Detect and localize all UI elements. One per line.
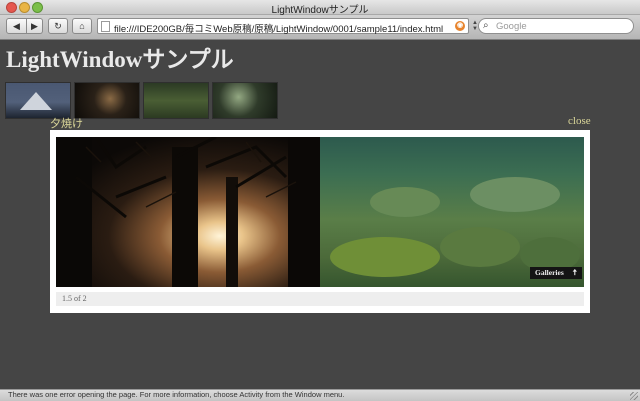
submerged-rock	[470, 177, 560, 212]
thumbnail-waterfall[interactable]	[212, 82, 278, 119]
galleries-button[interactable]: Galleries 🠅	[530, 267, 582, 279]
galleries-label: Galleries	[535, 268, 564, 277]
back-button[interactable]: ◀	[6, 18, 27, 34]
lightwindow-close-link[interactable]: close	[568, 115, 591, 127]
reload-icon: ↻	[54, 20, 62, 31]
status-text: There was one error opening the page. Fo…	[8, 390, 345, 399]
lightwindow-container: Galleries 🠅 1.5 of 2	[50, 130, 590, 313]
thumbnail-sunset-trees[interactable]	[74, 82, 140, 119]
thumbnail-mountain-lake[interactable]	[5, 82, 71, 119]
sunset-tree-silhouettes	[56, 137, 320, 287]
reload-button[interactable]: ↻	[48, 18, 68, 34]
forward-arrow-icon: ▶	[31, 20, 38, 31]
rss-icon[interactable]: ◉	[455, 21, 465, 31]
window-titlebar: LightWindowサンプル	[0, 0, 640, 16]
page-icon	[101, 21, 110, 32]
lightwindow-title: 夕焼け	[50, 118, 83, 130]
mossy-rock	[330, 237, 440, 277]
image-count: 1.5 of 2	[62, 294, 87, 303]
page-content: LightWindowサンプル 夕焼け close Galleries 🠅 1.…	[0, 40, 640, 389]
address-bar[interactable]: file:///IDE200GB/毎コミWeb原稿/原稿/LightWindow…	[97, 18, 469, 35]
lightwindow-caption-bar: 1.5 of 2	[56, 292, 584, 306]
resize-grip-icon[interactable]	[630, 392, 638, 400]
thumbnail-green-field[interactable]	[143, 82, 209, 119]
address-url: file:///IDE200GB/毎コミWeb原稿/原稿/LightWindow…	[114, 24, 444, 35]
browser-toolbar: ◀ ▶ ↻ ⌂ file:///IDE200GB/毎コミWeb原稿/原稿/Lig…	[0, 15, 640, 40]
submerged-rock	[370, 187, 440, 217]
mossy-rock	[440, 227, 520, 267]
search-icon: ⌕	[483, 20, 489, 31]
window-title: LightWindowサンプル	[271, 5, 369, 16]
image-sunset-through-trees	[56, 137, 320, 287]
status-bar: There was one error opening the page. Fo…	[0, 389, 640, 401]
back-arrow-icon: ◀	[13, 20, 20, 31]
home-button[interactable]: ⌂	[72, 18, 92, 34]
search-field[interactable]: ⌕ Google	[478, 18, 634, 34]
search-placeholder: Google	[496, 21, 527, 32]
image-clear-water-over-rocks	[320, 137, 584, 287]
home-icon: ⌂	[79, 21, 85, 31]
page-heading: LightWindowサンプル	[6, 47, 234, 72]
forward-button[interactable]: ▶	[27, 18, 43, 34]
up-arrow-icon: 🠅	[572, 268, 577, 277]
